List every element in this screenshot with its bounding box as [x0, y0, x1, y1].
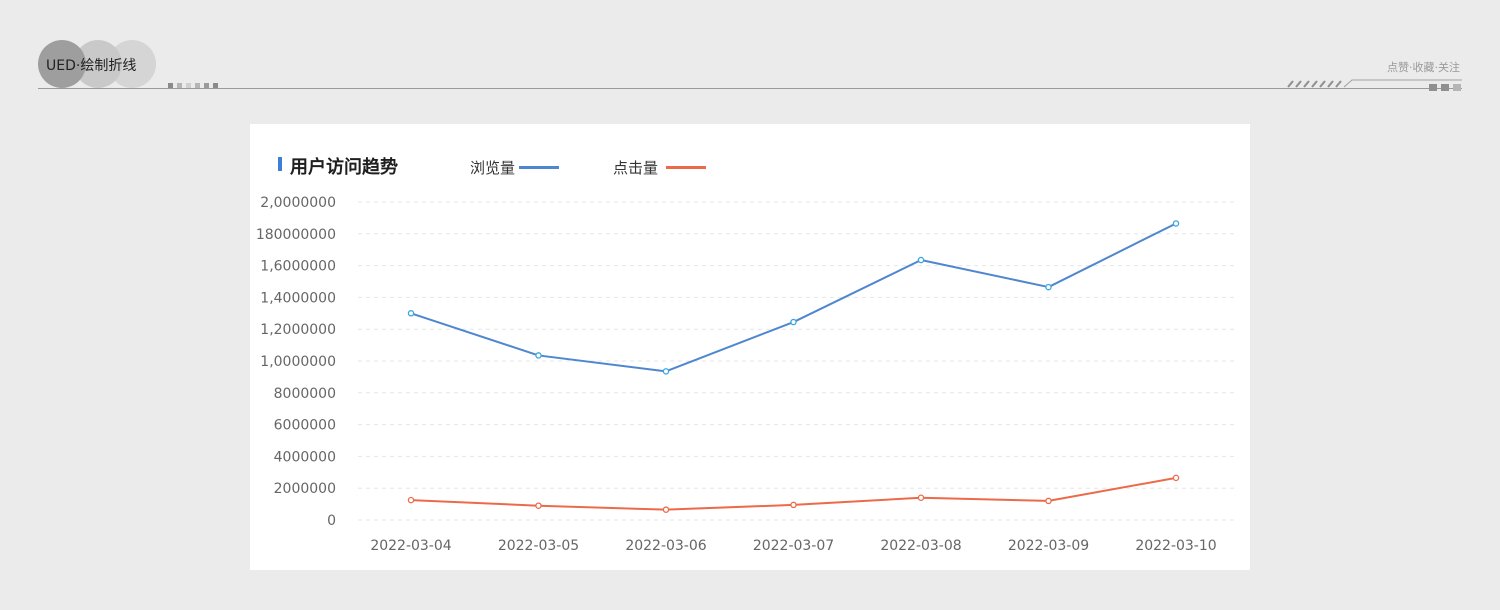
x-tick-label: 2022-03-09 — [1008, 538, 1089, 554]
y-tick-label: 2,0000000 — [260, 195, 336, 211]
badge-text: UED·绘制折线 — [46, 58, 137, 74]
data-point — [1045, 283, 1052, 291]
y-tick-label: 8000000 — [274, 386, 336, 402]
data-point — [1172, 220, 1180, 227]
line-chart: 0 2000000 4000000 6000000 8000000 1,0000000 1,… — [256, 195, 1238, 554]
data-point — [917, 494, 925, 501]
x-tick-label: 2022-03-07 — [753, 538, 834, 554]
y-tick-label: 180000000 — [256, 227, 336, 243]
data-point — [917, 256, 925, 264]
chart-card: 用户访问趋势 浏览量 点击量 0 2000000 4000000 6000000 800… — [250, 124, 1250, 570]
data-point — [535, 502, 542, 509]
y-tick-label: 1,2000000 — [260, 322, 336, 338]
x-tick-label: 2022-03-08 — [880, 538, 961, 554]
y-tick-label: 6000000 — [274, 418, 336, 434]
data-point — [790, 318, 797, 326]
x-tick-label: 2022-03-10 — [1135, 538, 1216, 554]
data-point — [407, 310, 415, 317]
header-right-text: 点赞·收藏·关注 — [1387, 61, 1460, 74]
header-divider — [38, 88, 1462, 89]
data-point — [662, 506, 670, 513]
data-point — [790, 501, 797, 509]
y-tick-label: 1,6000000 — [260, 259, 336, 275]
data-point — [1045, 497, 1052, 505]
x-tick-label: 2022-03-06 — [625, 538, 706, 554]
decor-squares — [1429, 84, 1461, 91]
data-point — [407, 496, 415, 504]
y-tick-label: 1,4000000 — [260, 290, 336, 306]
data-point — [1172, 474, 1180, 482]
data-point — [662, 368, 670, 375]
y-tick-label: 1,0000000 — [260, 354, 336, 370]
x-tick-label: 2022-03-05 — [498, 538, 579, 554]
header-badge: UED·绘制折线 — [38, 40, 160, 90]
y-tick-label: 4000000 — [274, 449, 336, 465]
y-tick-label: 0 — [327, 513, 336, 529]
x-tick-label: 2022-03-04 — [370, 538, 451, 554]
y-tick-label: 2000000 — [274, 481, 336, 497]
data-point — [535, 352, 542, 359]
